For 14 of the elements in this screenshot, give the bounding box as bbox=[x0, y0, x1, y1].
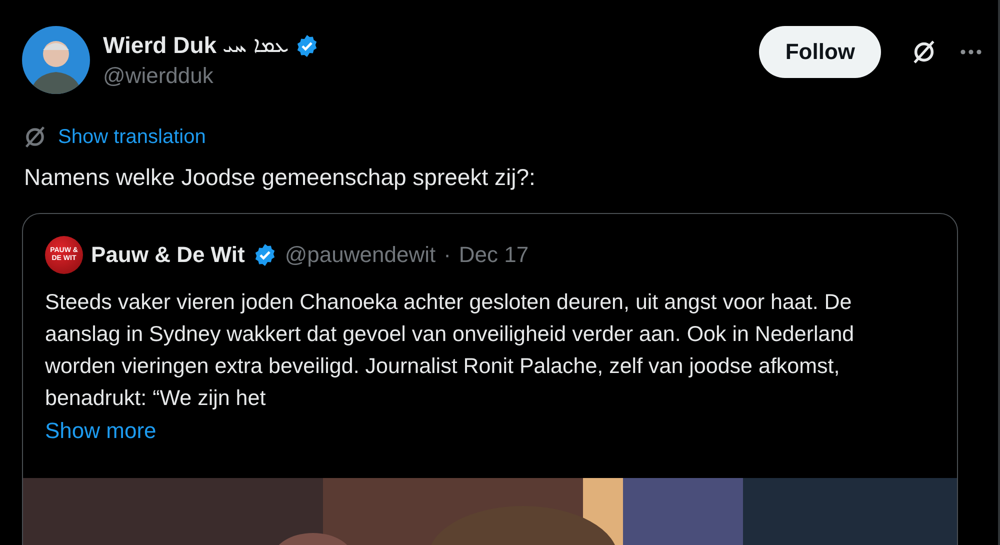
quoted-post-card[interactable] bbox=[22, 213, 958, 545]
separator-dot: · bbox=[444, 242, 451, 268]
show-more-link[interactable]: Show more bbox=[45, 418, 156, 444]
follow-button[interactable]: Follow bbox=[759, 26, 881, 78]
author-name-suffix: ܥܡܐ ܚܝ bbox=[222, 33, 289, 58]
quoted-post-text: Steeds vaker vieren joden Chanoeka achter gesloten deuren, uit angst voor haat. De aanslag in Sydney wakkert dat gevoel van onveiligheid verder aan. Ook in Nederland worden vieringen extra beveiligd. Journalist Ronit Palache, zelf van joodse afkomst, benadrukt: “We zijn het bbox=[45, 289, 856, 412]
post-text: Namens welke Joodse gemeenschap spreekt zij?: bbox=[24, 164, 536, 191]
author-handle[interactable]: @wierdduk bbox=[103, 63, 746, 89]
quoted-author-name[interactable]: Pauw & De Wit bbox=[91, 242, 245, 268]
post-date: Dec 17 bbox=[458, 242, 529, 268]
show-translation-link[interactable]: Show translation bbox=[58, 126, 206, 148]
more-icon[interactable] bbox=[960, 49, 982, 55]
quoted-author-handle: @pauwendewit bbox=[284, 242, 436, 268]
author-name[interactable]: Wierd Duk bbox=[103, 32, 217, 59]
